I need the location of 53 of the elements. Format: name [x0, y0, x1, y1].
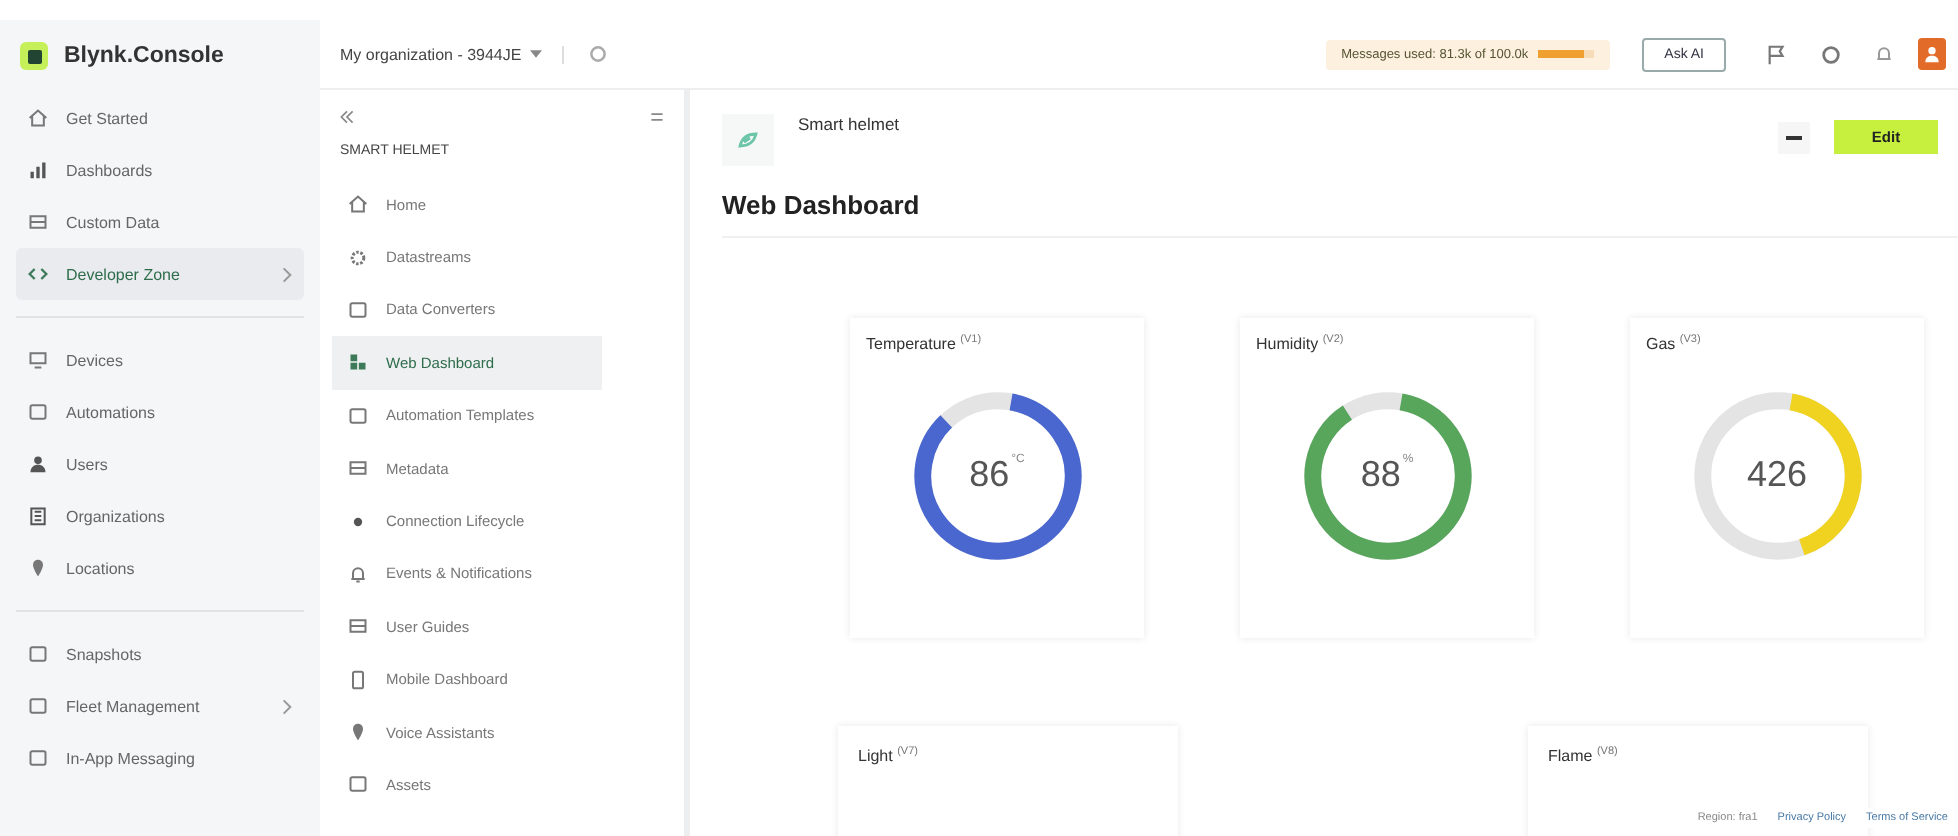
chevron-right-icon [282, 697, 292, 715]
sidebar-item[interactable]: Users [16, 438, 304, 490]
bar-chart-icon [28, 160, 48, 180]
list-icon [348, 616, 368, 637]
widget-label: Gas $^{(V3)}$ [1646, 334, 1703, 354]
sidebar-item[interactable]: Organizations [16, 490, 304, 542]
widget-label: Light $^{(V7)}$ [858, 746, 920, 766]
menu-icon[interactable] [650, 110, 664, 124]
gear-icon[interactable] [587, 44, 608, 64]
gauge-value: 426 [1746, 454, 1808, 497]
page-title: Web Dashboard [722, 190, 1958, 238]
template-name: Smart helmet [798, 114, 900, 134]
more-button[interactable] [1778, 122, 1810, 154]
flag-icon[interactable] [1766, 43, 1788, 65]
pin-icon [28, 558, 48, 578]
dash-icon [1786, 136, 1802, 140]
organization-selector[interactable]: My organization - 3944JE [340, 45, 564, 63]
gear-icon [348, 247, 368, 268]
sidebar-item[interactable]: Custom Data [16, 196, 304, 248]
template-icon [722, 114, 774, 166]
avatar-icon[interactable] [1918, 38, 1946, 70]
dashboard-icon [348, 352, 368, 373]
widget-label: Humidity $^{(V2)}$ [1256, 334, 1346, 354]
bell-icon[interactable] [1874, 44, 1894, 64]
sidebar-item[interactable]: Developer Zone [16, 248, 304, 300]
house-icon [28, 108, 48, 128]
person-icon [28, 454, 48, 474]
sidebar-item[interactable]: In-App Messaging [16, 732, 304, 784]
gauge-value: 88 [1360, 454, 1401, 497]
house-icon [348, 194, 368, 215]
logo-icon [20, 42, 48, 70]
gauge-value: 86 [969, 454, 1010, 497]
sidebar-item[interactable]: Locations [16, 542, 304, 594]
code-icon [28, 264, 48, 284]
sidebar-item[interactable]: Get Started [16, 92, 304, 144]
brand-name: Blynk.Console [64, 44, 224, 68]
building-icon [28, 506, 48, 526]
circle-icon[interactable] [1820, 43, 1842, 65]
sidebar-item[interactable]: Snapshots [16, 628, 304, 680]
grid-icon [28, 212, 48, 232]
caret-icon [529, 50, 542, 58]
bell-icon [348, 563, 368, 584]
list-icon [348, 458, 368, 479]
chevron-right-icon [282, 265, 292, 283]
sidebar-item[interactable]: Fleet Management [16, 680, 304, 732]
phone-icon [348, 669, 368, 690]
sidebar-item[interactable]: Dashboards [16, 144, 304, 196]
widget-label: Flame $^{(V8)}$ [1548, 746, 1620, 766]
widget-label: Temperature $^{(V1)}$ [866, 334, 984, 354]
collapse-icon[interactable] [340, 110, 354, 124]
monitor-icon [28, 350, 48, 370]
sidebar-item[interactable]: Devices [16, 334, 304, 386]
sidebar-item[interactable]: Automations [16, 386, 304, 438]
